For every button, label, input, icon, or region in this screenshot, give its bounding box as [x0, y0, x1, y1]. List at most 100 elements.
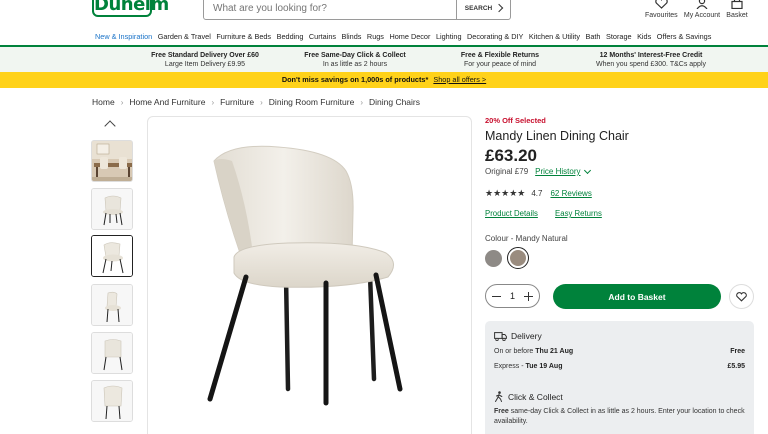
chevron-up-icon[interactable] [104, 120, 116, 132]
site-header: Dunelm SEARCH Favourites My Account Bask… [0, 0, 768, 27]
usp-returns[interactable]: Free & Flexible Returns For your peace o… [425, 51, 575, 69]
usp-credit[interactable]: 12 Months' Interest-Free Credit When you… [570, 51, 732, 69]
user-icon [683, 0, 721, 9]
thumbnail-chair-side[interactable] [91, 284, 133, 326]
reviews-link[interactable]: 62 Reviews [550, 189, 591, 198]
account-button[interactable]: My Account [683, 0, 721, 19]
search-input[interactable] [204, 2, 456, 14]
easy-returns-link[interactable]: Easy Returns [555, 209, 602, 218]
nav-item-lighting[interactable]: Lighting [436, 32, 462, 41]
delivery-express-row: Express - Tue 19 Aug £5.95 [494, 363, 745, 370]
thumbnail-chair-back[interactable] [91, 332, 133, 374]
add-to-basket-button[interactable]: Add to Basket [553, 284, 721, 309]
chair-image [92, 236, 132, 276]
nav-item-bath[interactable]: Bath [585, 32, 600, 41]
heart-icon [645, 0, 677, 9]
delivery-standard-price: Free [730, 348, 745, 355]
nav-item-storage[interactable]: Storage [606, 32, 632, 41]
colour-swatch-mandy-natural[interactable] [510, 250, 526, 266]
nav-item-new-inspiration[interactable]: New & Inspiration [95, 32, 152, 41]
nav-item-kitchen-utility[interactable]: Kitchen & Utility [529, 32, 580, 41]
breadcrumb-home[interactable]: Home [92, 97, 115, 107]
nav-item-furniture-beds[interactable]: Furniture & Beds [216, 32, 271, 41]
thumbnail-chair-front[interactable] [91, 188, 133, 230]
usp-delivery[interactable]: Free Standard Delivery Over £60 Large It… [130, 51, 280, 69]
chevron-right-icon [494, 3, 504, 13]
product-details-link[interactable]: Product Details [485, 209, 538, 218]
basket-label: Basket [726, 12, 748, 19]
plus-icon[interactable] [523, 291, 533, 301]
colour-label: Colour - Mandy Natural [485, 234, 568, 243]
delivery-express-price: £5.95 [727, 363, 745, 370]
chair-image [92, 333, 132, 373]
dunelm-logo[interactable]: Dunelm [94, 0, 169, 15]
nav-item-rugs[interactable]: Rugs [367, 32, 384, 41]
delivery-panel: Delivery On or before Thu 21 Aug Free Ex… [485, 321, 754, 434]
room-scene-image [92, 141, 132, 181]
search-button-label: SEARCH [464, 4, 493, 12]
delivery-standard-label: On or before [494, 348, 534, 355]
breadcrumb-home-furniture[interactable]: Home And Furniture [129, 97, 205, 107]
search-button[interactable]: SEARCH [456, 0, 510, 19]
breadcrumb-dining-chairs[interactable]: Dining Chairs [369, 97, 420, 107]
truck-icon [494, 331, 507, 341]
thumbnail-chair-rear-angle[interactable] [91, 380, 133, 422]
thumbnail-room[interactable] [91, 140, 133, 182]
category-nav: New & Inspiration Garden & Travel Furnit… [0, 27, 768, 46]
offer-badge: 20% Off Selected [485, 116, 546, 125]
minus-icon[interactable] [492, 295, 501, 297]
shop-offers-link[interactable]: Shop all offers > [433, 75, 486, 84]
main-product-image[interactable] [147, 116, 472, 434]
nav-item-decorating-diy[interactable]: Decorating & DIY [467, 32, 523, 41]
breadcrumb-furniture[interactable]: Furniture [220, 97, 254, 107]
thumbnail-chair-angle-selected[interactable] [91, 235, 133, 277]
colour-swatch-grey[interactable] [485, 250, 502, 267]
chair-image [92, 189, 132, 229]
price-history-link[interactable]: Price History [535, 167, 580, 176]
usp-delivery-title: Free Standard Delivery Over £60 [151, 52, 259, 59]
chair-image [207, 145, 403, 406]
click-collect-description: same-day Click & Collect in as little as… [494, 408, 745, 425]
usp-click-collect-sub: In as little as 2 hours [322, 61, 388, 68]
heart-icon [736, 291, 747, 302]
promo-banner: Don't miss savings on 1,000s of products… [0, 72, 768, 88]
basket-icon [724, 0, 750, 9]
nav-item-curtains[interactable]: Curtains [309, 32, 336, 41]
product-links: Product Details Easy Returns [485, 209, 617, 218]
breadcrumb-dining-room-furniture[interactable]: Dining Room Furniture [269, 97, 355, 107]
chevron-right-icon: › [211, 97, 215, 107]
star-rating-icon: ★★★★★ [485, 188, 526, 198]
delivery-heading: Delivery [494, 331, 542, 341]
basket-button[interactable]: Basket [724, 0, 750, 19]
usp-strip: Free Standard Delivery Over £60 Large It… [0, 47, 768, 72]
quantity-value[interactable]: 1 [510, 291, 515, 301]
usp-click-collect[interactable]: Free Same-Day Click & Collect In as litt… [280, 51, 430, 69]
chair-image [92, 381, 132, 421]
delivery-standard-date: Thu 21 Aug [535, 348, 574, 355]
usp-click-collect-title: Free Same-Day Click & Collect [304, 52, 406, 59]
favourites-button[interactable]: Favourites [645, 0, 678, 19]
nav-item-kids[interactable]: Kids [637, 32, 651, 41]
quantity-stepper: 1 [485, 284, 540, 308]
nav-item-home-decor[interactable]: Home Decor [389, 32, 430, 41]
usp-returns-sub: For your peace of mind [464, 61, 536, 68]
favourite-button[interactable] [729, 284, 754, 309]
click-collect-title: Click & Collect [508, 391, 563, 402]
usp-credit-sub: When you spend £300. T&Cs apply [596, 61, 706, 68]
chevron-down-icon[interactable] [584, 166, 592, 174]
nav-item-garden-travel[interactable]: Garden & Travel [158, 32, 211, 41]
nav-item-offers-savings[interactable]: Offers & Savings [657, 32, 712, 41]
delivery-express-label: Express - [494, 363, 524, 370]
account-label: My Account [683, 12, 721, 19]
product-price: £63.20 [485, 146, 537, 165]
delivery-standard-row: On or before Thu 21 Aug Free [494, 348, 745, 355]
nav-item-bedding[interactable]: Bedding [277, 32, 304, 41]
chair-image [92, 285, 132, 325]
search-bar: SEARCH [203, 0, 511, 20]
original-price: Original £79 [485, 167, 529, 176]
original-price-row: Original £79 Price History [485, 166, 592, 176]
chevron-right-icon: › [360, 97, 363, 107]
nav-item-blinds[interactable]: Blinds [342, 32, 362, 41]
chevron-right-icon: › [260, 97, 263, 107]
breadcrumb: Home › Home And Furniture › Furniture › … [92, 97, 420, 107]
